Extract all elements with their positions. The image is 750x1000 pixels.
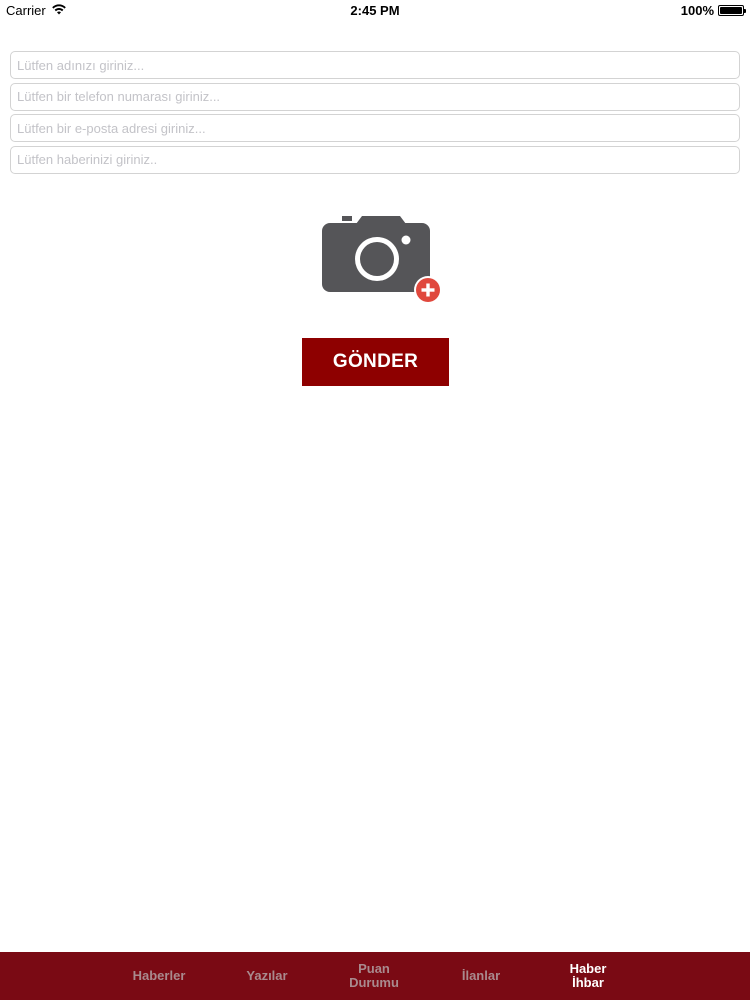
battery-icon [718,5,746,16]
status-bar: Carrier 2:45 PM 100% [0,0,750,22]
tab-label: İlanlar [461,968,501,983]
battery-percent: 100% [680,3,714,18]
tab-label: Yazılar [246,968,288,983]
phone-input[interactable] [10,82,740,111]
tab-label: Puan Durumu [349,961,399,990]
status-time: 2:45 PM [350,3,400,18]
email-input[interactable] [10,114,740,142]
tab-yazilar[interactable]: Yazılar [222,952,312,1000]
battery-fill [720,7,742,14]
add-photo-button[interactable] [320,212,445,307]
news-tip-form [10,51,740,177]
tab-ilanlar[interactable]: İlanlar [436,952,526,1000]
tab-puan-durumu[interactable]: Puan Durumu [329,952,419,1000]
tab-haberler[interactable]: Haberler [114,952,204,1000]
tab-label: Haberler [132,968,186,983]
news-input[interactable] [10,145,740,174]
tab-haber-ihbar[interactable]: Haber İhbar [543,952,633,1000]
camera-add-icon [322,216,442,304]
tab-bar: Haberler Yazılar Puan Durumu İlanlar Hab… [0,952,750,1000]
status-right: 100% [680,3,746,18]
name-input[interactable] [10,51,740,79]
submit-button[interactable]: GÖNDER [302,338,449,386]
tab-label: Haber İhbar [569,961,607,990]
